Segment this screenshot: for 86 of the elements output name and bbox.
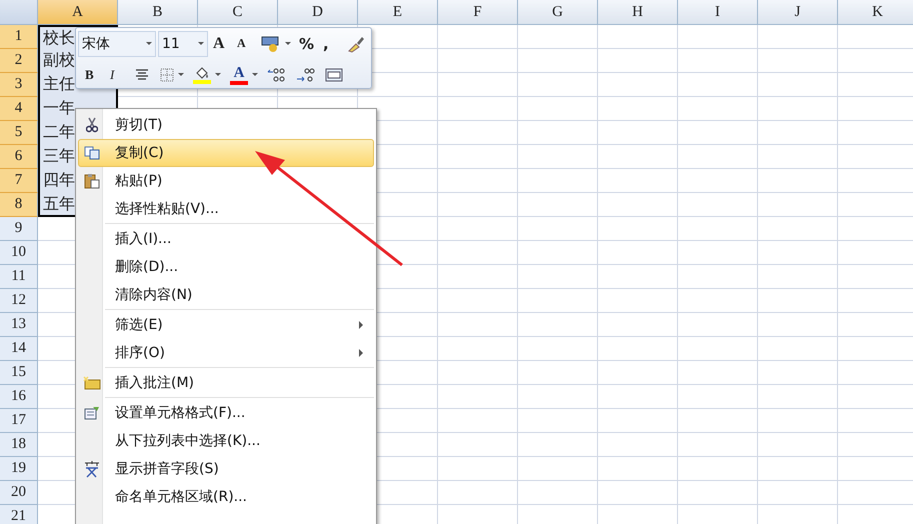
cell-text: 主任 [43,74,75,93]
color-bar-icon [230,80,248,84]
column-header[interactable]: H [598,0,678,25]
row-header[interactable]: 10 [0,241,38,265]
decrease-decimal-icon [296,66,316,82]
column-header[interactable]: K [838,0,913,25]
row-header[interactable]: 12 [0,289,38,313]
menu-item[interactable]: 删除(D)... [78,253,374,281]
submenu-arrow-icon [359,321,363,329]
pinyin-icon [83,460,101,478]
row-header[interactable]: 20 [0,481,38,505]
column-header[interactable]: D [278,0,358,25]
column-header[interactable]: B [118,0,198,25]
menu-item[interactable]: 命名单元格区域(R)... [78,483,374,511]
row-header[interactable]: 16 [0,385,38,409]
align-center-icon [135,68,149,80]
border-icon [160,68,174,82]
money-icon [261,34,281,52]
row-header[interactable]: 13 [0,313,38,337]
row-header[interactable]: 8 [0,193,38,217]
font-color-button[interactable]: A [227,62,261,86]
menu-item[interactable]: 复制(C) [78,139,374,167]
menu-item[interactable]: 设置单元格格式(F)... [78,399,374,427]
cell-text: 一年 [43,98,75,117]
column-header[interactable]: F [438,0,518,25]
cell-text: 三年 [43,146,75,165]
row-header[interactable]: 14 [0,337,38,361]
menu-item[interactable]: 显示拼音字段(S) [78,455,374,483]
column-header[interactable]: G [518,0,598,25]
grow-font-button[interactable]: A [210,32,232,56]
caret-icon [146,42,152,45]
menu-item[interactable]: 筛选(E) [78,311,374,339]
font-name-field[interactable]: 宋体 [78,30,156,56]
comment-icon [83,376,101,390]
menu-item[interactable]: 插入(I)... [78,225,374,253]
scissors-icon [86,117,98,133]
menu-item[interactable]: 排序(O) [78,339,374,367]
cell-text: 二年 [43,122,75,141]
increase-decimal-icon [267,66,287,82]
percent-button[interactable]: % [296,32,318,56]
row-header[interactable]: 2 [0,49,38,73]
caret-icon [215,73,221,76]
caret-icon [285,42,291,45]
column-header[interactable]: J [758,0,838,25]
row-header[interactable]: 5 [0,121,38,145]
caret-icon [198,42,204,45]
column-header[interactable]: C [198,0,278,25]
paste-icon [84,173,100,189]
row-header[interactable]: 18 [0,433,38,457]
menu-item[interactable]: 清除内容(N) [78,281,374,309]
menu-item[interactable]: 从下拉列表中选择(K)... [78,427,374,455]
row-header[interactable]: 17 [0,409,38,433]
row-header[interactable]: 4 [0,97,38,121]
cell-text: 副校 [43,50,75,69]
menu-item[interactable]: 粘贴(P) [78,167,374,195]
caret-icon [252,73,258,76]
format-cells-icon [84,406,100,420]
row-header[interactable]: 6 [0,145,38,169]
row-header[interactable]: 1 [0,25,38,49]
italic-button[interactable]: I [107,62,129,86]
comma-button[interactable]: , [320,32,342,56]
copy-icon [84,146,100,160]
cell-text: 五年 [43,194,75,213]
row-header[interactable]: 21 [0,505,38,524]
column-header[interactable]: I [678,0,758,25]
row-header[interactable]: 9 [0,217,38,241]
submenu-arrow-icon [359,349,363,357]
caret-icon [178,73,184,76]
paint-bucket-icon [193,66,211,84]
row-header[interactable]: 15 [0,361,38,385]
brush-icon [347,34,365,52]
menu-item[interactable]: 剪切(T) [78,111,374,139]
row-header[interactable]: 19 [0,457,38,481]
menu-item[interactable]: 选择性粘贴(V)... [78,195,374,223]
column-header[interactable]: A [38,0,118,25]
cell-text: 四年 [43,170,75,189]
cell-text: 校长 [43,28,75,47]
bold-button[interactable]: B [82,62,104,86]
row-header[interactable]: 3 [0,73,38,97]
merge-cells-icon [325,68,343,82]
menu-item[interactable]: 插入批注(M) [78,369,374,397]
font-size-field[interactable]: 11 [158,30,208,56]
shrink-font-button[interactable]: A [234,32,256,56]
row-header[interactable]: 11 [0,265,38,289]
row-header[interactable]: 7 [0,169,38,193]
column-header[interactable]: E [358,0,438,25]
